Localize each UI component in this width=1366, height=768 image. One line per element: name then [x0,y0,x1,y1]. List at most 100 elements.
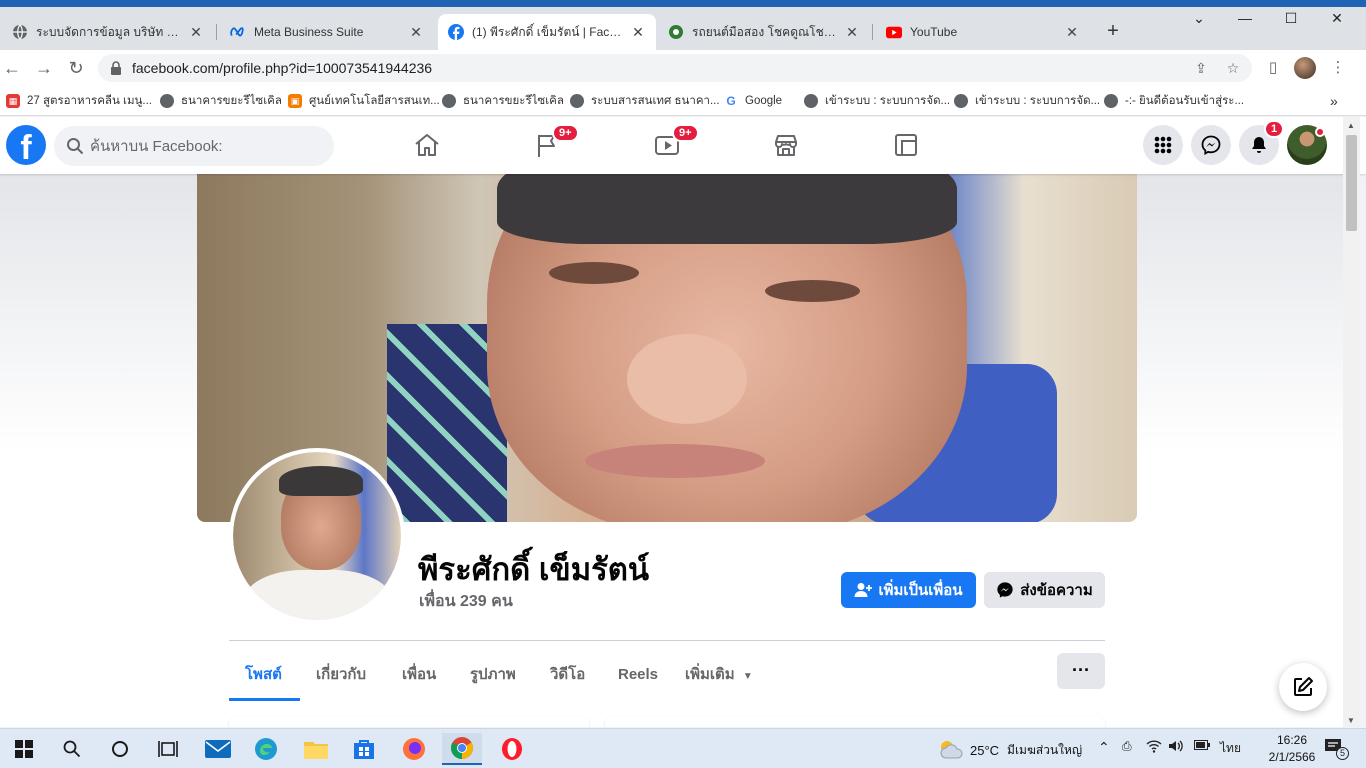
youtube-icon [886,24,902,40]
maximize-icon[interactable]: ☐ [1268,10,1314,32]
bookmarks-bar: ▦ 27 สูตรอาหารคลีน เมนู... ธนาคารขยะรีไซ… [0,86,1366,116]
tab-photos[interactable]: รูปภาพ [470,650,516,700]
cortana-icon[interactable] [100,733,140,765]
windows-start-icon[interactable] [4,733,44,765]
firefox-icon[interactable] [394,733,434,765]
profile-name: พีระศักดิ์ เข็มรัตน์ [418,552,650,587]
more-bookmarks-button[interactable]: » [1330,92,1338,110]
address-bar[interactable]: facebook.com/profile.php?id=100073541944… [98,54,1252,82]
messenger-button[interactable] [1191,125,1231,165]
globe-icon [442,94,456,108]
input-language[interactable]: ไทย [1220,739,1241,758]
tab-separator [216,24,217,40]
edge-icon[interactable] [246,733,286,765]
browser-tab-1[interactable]: ระบบจัดการข้อมูล บริษัท โชคดูณโชค ✕ [2,14,214,50]
forward-icon[interactable]: → [32,56,56,80]
back-icon[interactable]: ← [0,56,24,80]
side-panel-icon[interactable]: ▯ [1262,57,1284,79]
opera-icon[interactable] [492,733,532,765]
task-view-icon[interactable] [148,733,188,765]
tab-search-icon[interactable]: ⌄ [1176,10,1222,32]
menu-grid-button[interactable] [1143,125,1183,165]
clock-date: 2/1/2566 [1268,750,1316,764]
action-center-button[interactable]: 5 [1324,737,1349,760]
bell-icon [1252,137,1266,153]
globe-icon [954,94,968,108]
chrome-profile-avatar[interactable] [1294,57,1316,79]
scroll-thumb[interactable] [1346,135,1357,231]
show-hidden-icons-chevron-icon[interactable]: ⌃ [1098,739,1110,756]
close-window-icon[interactable]: ✕ [1314,10,1360,32]
lock-icon[interactable] [110,61,122,75]
bookmark-label: ธนาคารขยะรีไซเคิล [181,95,282,107]
weather-widget[interactable]: 25°C มีเมฆส่วนใหญ่ [938,739,1082,762]
close-icon[interactable]: ✕ [844,24,860,41]
close-icon[interactable]: ✕ [1064,24,1080,41]
marketplace-icon[interactable] [772,131,800,159]
browser-tab-5[interactable]: YouTube ✕ [876,14,1090,50]
cover-photo-detail [549,262,639,284]
minimize-icon[interactable]: — [1222,10,1268,32]
system-clock[interactable]: 16:26 2/1/2566 [1262,732,1322,766]
tab-title: (1) พีระศักดิ์ เข็มรัตน์ | Facebook [472,24,624,39]
browser-tab-2[interactable]: Meta Business Suite ✕ [220,14,434,50]
share-icon[interactable]: ⇪ [1192,59,1210,77]
scroll-up-arrow-icon[interactable]: ▲ [1347,121,1355,130]
bookmark-item[interactable]: ธนาคารขยะรีไซเคิล [160,92,282,110]
weather-temperature: 25°C [970,743,1000,758]
profile-more-button[interactable]: ··· [1057,653,1105,689]
volume-icon[interactable] [1168,739,1184,756]
bookmark-item[interactable]: เข้าระบบ : ระบบการจัด... [954,92,1100,110]
tab-friends[interactable]: เพื่อน [402,650,436,700]
bookmark-item[interactable]: ▦ 27 สูตรอาหารคลีน เมนู... [6,92,152,110]
add-friend-button[interactable]: เพิ่มเป็นเพื่อน [841,572,976,608]
gaming-icon[interactable] [892,131,920,159]
tab-reels[interactable]: Reels [618,650,658,700]
browser-tab-3-active[interactable]: (1) พีระศักดิ์ เข็มรัตน์ | Facebook ✕ [438,14,656,50]
close-icon[interactable]: ✕ [630,24,646,41]
facebook-logo-icon[interactable]: f [6,125,46,165]
usb-device-icon[interactable]: ⎙ [1122,739,1132,754]
pages-badge: 9+ [552,124,579,142]
bookmark-item[interactable]: ระบบสารสนเทศ ธนาคา... [570,92,720,110]
wifi-icon[interactable] [1146,739,1162,756]
scroll-down-arrow-icon[interactable]: ▼ [1347,716,1355,725]
facebook-search[interactable] [54,126,334,166]
profile-picture[interactable] [229,448,405,624]
bookmark-star-icon[interactable]: ☆ [1224,59,1242,77]
tab-videos[interactable]: วิดีโอ [550,650,585,700]
search-icon[interactable] [52,733,92,765]
mail-icon[interactable] [198,733,238,765]
chrome-menu-icon[interactable]: ⋮ [1327,57,1349,79]
tab-separator [872,24,873,40]
page-scrollbar[interactable]: ▲ ▼ [1343,117,1360,727]
globe-icon [1104,94,1118,108]
bookmark-item[interactable]: ธนาคารขยะรีไซเคิล [442,92,564,110]
send-message-button[interactable]: ส่งข้อความ [984,572,1105,608]
close-icon[interactable]: ✕ [188,24,204,41]
tab-more[interactable]: เพิ่มเติม ▼ [685,650,753,700]
cover-photo-detail [497,174,957,244]
bookmark-item[interactable]: -:- ยินดีต้อนรับเข้าสู่ระ... [1104,92,1244,110]
friends-count[interactable]: เพื่อน 239 คน [419,589,513,614]
bookmark-item[interactable]: ▣ ศูนย์เทคโนโลยีสารสนเท... [288,92,440,110]
chrome-taskbar-icon[interactable] [442,733,482,765]
notification-count: 5 [1336,747,1349,760]
tab-about[interactable]: เกี่ยวกับ [316,650,366,700]
home-icon[interactable] [413,131,441,159]
close-icon[interactable]: ✕ [408,24,424,41]
new-message-button[interactable] [1279,663,1327,711]
browser-tab-4[interactable]: รถยนต์มือสอง โชคดูณโชค อุดรธานี ✕ [658,14,870,50]
new-tab-button[interactable]: + [1102,20,1124,42]
reload-icon[interactable]: ↻ [64,56,88,80]
bookmark-item[interactable]: เข้าระบบ : ระบบการจัด... [804,92,950,110]
search-input[interactable] [90,136,320,156]
file-explorer-icon[interactable] [296,733,336,765]
battery-icon[interactable] [1194,739,1210,754]
bookmark-item[interactable]: G Google [724,92,782,110]
tab-posts[interactable]: โพสต์ [245,650,282,700]
tab-title: ระบบจัดการข้อมูล บริษัท โชคดูณโชค [36,24,182,39]
url-text[interactable]: facebook.com/profile.php?id=100073541944… [132,60,432,76]
store-icon[interactable] [344,733,384,765]
cover-photo-detail [585,444,765,478]
